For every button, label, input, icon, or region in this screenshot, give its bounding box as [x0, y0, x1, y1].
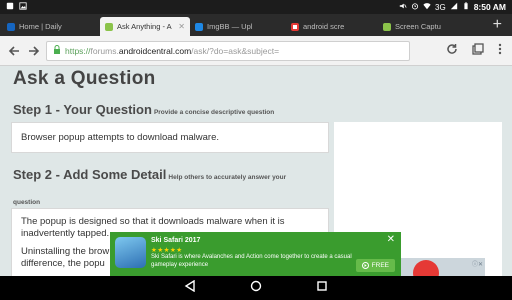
- tab-favicon-icon: [291, 22, 299, 31]
- ad-info-icon[interactable]: ⓘ✕: [472, 259, 483, 268]
- tab-label: android scre: [303, 22, 345, 31]
- forward-button[interactable]: [26, 43, 42, 59]
- rating-stars: ★★★★★: [151, 247, 183, 254]
- url-path: /ask/?do=ask&subject=: [191, 45, 280, 56]
- details-line: The popup is designed so that it downloa…: [21, 216, 285, 227]
- nav-back-button[interactable]: [184, 279, 196, 297]
- step2-heading: Step 2 - Add Some Detail Help others to a…: [13, 167, 287, 182]
- tab-favicon-icon: [105, 22, 113, 31]
- tab-strip: Home | Daily Ask Anything - A ✕ ImgBB — …: [0, 14, 512, 36]
- tab-favicon-icon: [383, 22, 391, 31]
- tab-label: ImgBB — Upl: [207, 22, 253, 31]
- tab-imgbb[interactable]: ImgBB — Upl: [190, 17, 284, 36]
- tab-label: Home | Daily: [19, 22, 62, 31]
- free-install-button[interactable]: FREE: [355, 259, 395, 272]
- reload-icon[interactable]: [446, 43, 458, 58]
- lock-icon: [53, 45, 61, 56]
- network-type: 3G: [435, 2, 446, 12]
- tab-ask-anything[interactable]: Ask Anything - A ✕: [100, 17, 190, 36]
- tab-label: Ask Anything - A: [117, 22, 172, 31]
- tab-favicon-icon: [195, 22, 203, 31]
- home-circle-icon: [250, 280, 262, 292]
- overflow-menu-icon[interactable]: [498, 43, 502, 58]
- browser-toolbar: https://forums. androidcentral.com/ask/?d…: [0, 36, 512, 66]
- question-value: Browser popup attempts to download malwa…: [21, 132, 220, 143]
- tab-switcher-icon[interactable]: [472, 43, 484, 58]
- back-triangle-icon: [184, 279, 195, 293]
- tab-favicon-icon: [7, 22, 15, 31]
- arrow-left-icon: [8, 45, 19, 56]
- ad-banner[interactable]: Ski Safari 2017 ★★★★★ Ski Safari is wher…: [110, 232, 401, 276]
- alarm-icon: [411, 2, 419, 12]
- play-store-icon: [361, 262, 369, 269]
- mute-icon: [399, 2, 407, 12]
- new-tab-button[interactable]: +: [493, 14, 502, 36]
- notification-icon: [6, 2, 14, 12]
- app-icon: [115, 237, 146, 268]
- wifi-icon: [423, 2, 431, 12]
- url-subdomain: forums.: [90, 45, 119, 56]
- address-bar[interactable]: https://forums. androidcentral.com/ask/?d…: [46, 40, 410, 61]
- step2-hint: Help others to accurately answer your: [168, 174, 287, 181]
- nav-home-button[interactable]: [250, 279, 262, 297]
- url-scheme: https://: [65, 45, 91, 56]
- close-ad-icon[interactable]: ✕: [387, 234, 395, 245]
- image-notification-icon: [19, 2, 27, 12]
- status-bar: 3G 8:50 AM: [0, 0, 512, 14]
- page-title: Ask a Question: [13, 68, 156, 89]
- step1-heading: Step 1 - Your Question Provide a concise …: [13, 102, 275, 117]
- ad-graphic: [413, 260, 439, 276]
- step1-hint: Provide a concise descriptive question: [153, 109, 275, 116]
- tab-home-daily[interactable]: Home | Daily: [2, 17, 98, 36]
- arrow-right-icon: [29, 45, 40, 56]
- signal-icon: [450, 2, 458, 12]
- clock: 8:50 AM: [473, 2, 506, 12]
- tab-screen-capture[interactable]: Screen Captu: [378, 17, 470, 36]
- step2-hint-continued: question: [13, 199, 41, 206]
- back-button[interactable]: [6, 43, 22, 59]
- ad-image[interactable]: ⓘ✕: [401, 258, 485, 276]
- close-tab-icon[interactable]: ✕: [178, 22, 185, 31]
- ad-title: Ski Safari 2017: [151, 237, 201, 244]
- battery-icon: [462, 2, 470, 12]
- nav-recents-button[interactable]: [316, 279, 328, 297]
- screen: 3G 8:50 AM Home | Daily Ask Anything - A…: [0, 0, 512, 300]
- system-nav-bar: [0, 276, 512, 300]
- url-host: androidcentral.com: [118, 45, 192, 56]
- tab-label: Screen Captu: [395, 22, 441, 31]
- question-input[interactable]: Browser popup attempts to download malwa…: [11, 122, 329, 153]
- recents-square-icon: [317, 281, 327, 291]
- ad-description: Ski Safari is where Avalanches and Actio…: [151, 254, 352, 268]
- tab-android-screenshot[interactable]: android scre: [286, 17, 376, 36]
